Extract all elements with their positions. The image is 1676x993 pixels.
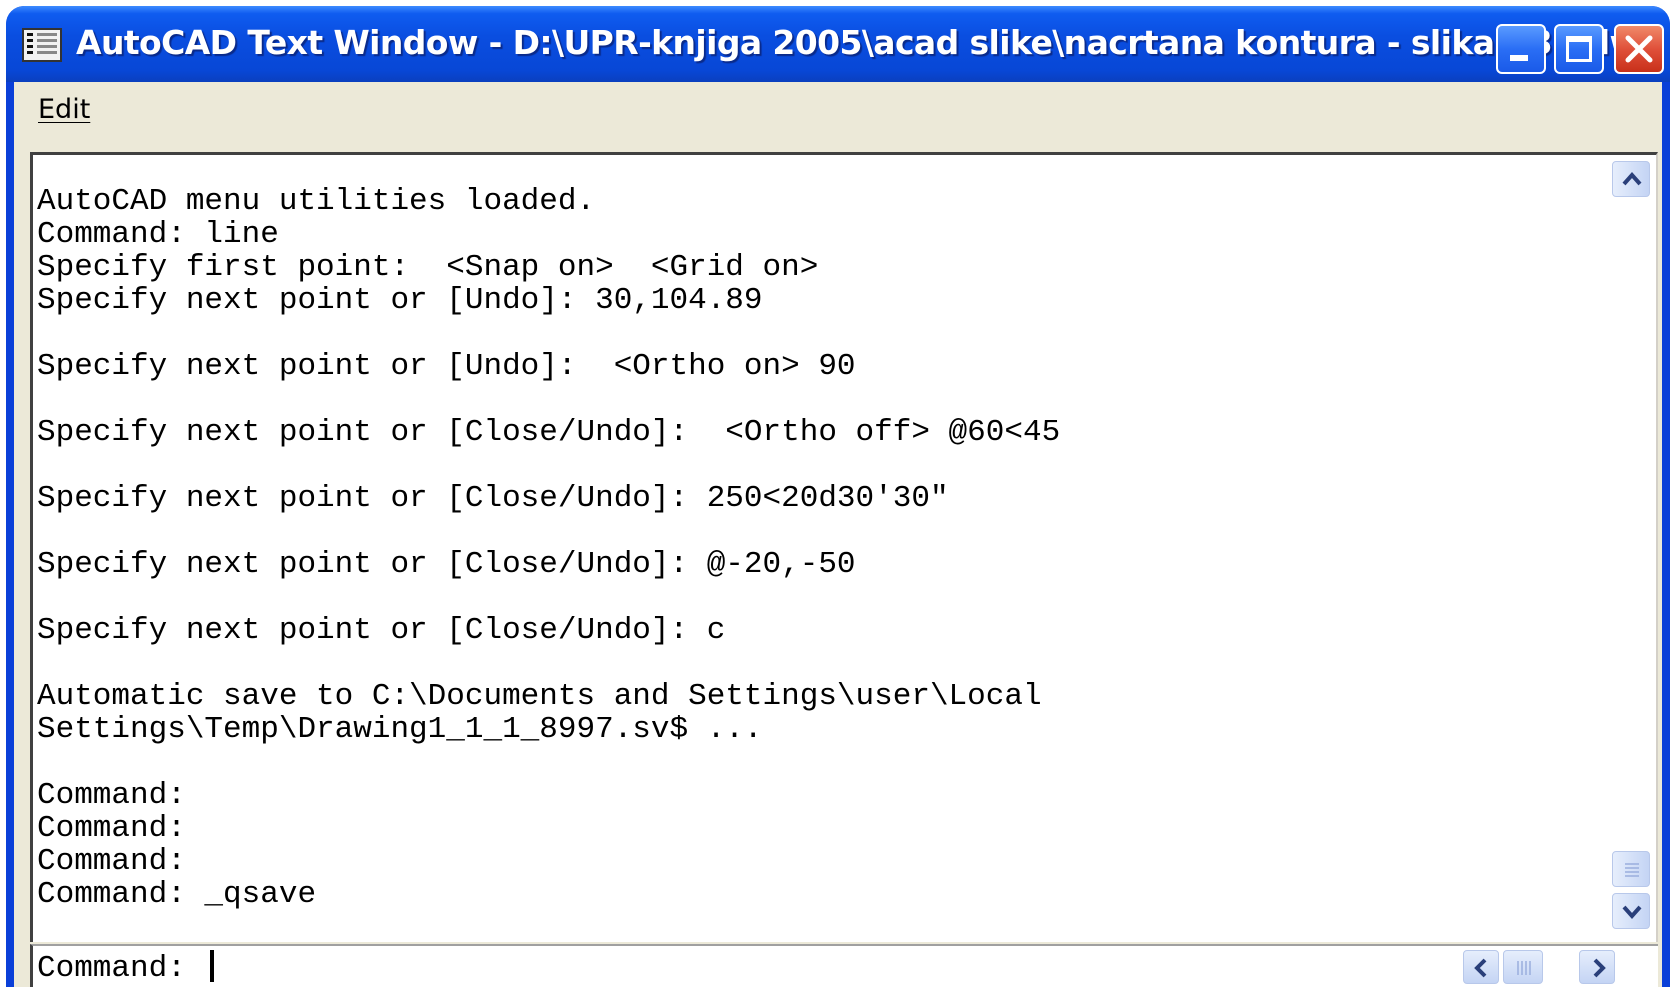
scroll-right-button[interactable] [1579,950,1615,984]
history-line [37,383,1060,416]
maximize-button[interactable] [1554,24,1604,74]
history-line: Specify next point or [Undo]: 30,104.89 [37,283,763,318]
history-line: Specify next point or [Close/Undo]: 250<… [37,481,949,516]
scroll-down-button[interactable] [1612,893,1650,929]
scroll-left-button[interactable] [1463,950,1499,984]
horizontal-scrollbar[interactable] [1463,950,1643,986]
grip-icon [1625,863,1639,877]
menu-bar: Edit [14,82,1662,138]
grip-icon [1517,961,1531,975]
history-line: Specify next point or [Close/Undo]: <Ort… [37,415,1061,450]
chevron-down-icon [1622,905,1642,920]
history-line: AutoCAD menu utilities loaded. [37,184,596,219]
history-line: Command: line [37,217,279,252]
history-line: Specify first point: <Snap on> <Grid on> [37,250,819,285]
history-line: Command: [37,844,186,879]
autocad-text-window: AutoCAD Text Window - D:\UPR-knjiga 2005… [6,6,1670,987]
history-line [37,515,1060,548]
text-caret [210,950,215,982]
command-prompt[interactable]: Command: [37,950,215,986]
horizontal-scroll-thumb[interactable] [1503,950,1543,984]
vertical-scrollbar[interactable] [1612,161,1650,931]
close-button[interactable] [1614,24,1664,74]
history-line: Command: [37,778,186,813]
scroll-up-button[interactable] [1612,161,1650,197]
close-icon [1625,35,1653,63]
history-line: Automatic save to C:\Documents and Setti… [37,679,1042,714]
history-line [37,581,1060,614]
history-line: Command: _qsave [37,877,317,912]
scroll-thumb[interactable] [1612,851,1650,887]
command-history-text: AutoCAD menu utilities loaded. Command: l… [37,185,1060,911]
maximize-icon [1566,36,1592,62]
chevron-right-icon [1593,958,1606,978]
menu-edit[interactable]: Edit [38,94,90,125]
history-line [37,317,1060,350]
command-history[interactable]: AutoCAD menu utilities loaded. Command: l… [30,152,1658,942]
title-bar[interactable]: AutoCAD Text Window - D:\UPR-knjiga 2005… [6,6,1670,82]
history-line: Specify next point or [Close/Undo]: @-20… [37,547,856,582]
client-area: AutoCAD menu utilities loaded. Command: l… [14,138,1662,987]
text-window-icon[interactable] [22,28,62,62]
chevron-left-icon [1474,958,1487,978]
history-line [37,449,1060,482]
history-line: Settings\Temp\Drawing1_1_1_8997.sv$ ... [37,712,763,747]
history-line: Specify next point or [Close/Undo]: c [37,613,726,648]
command-line[interactable]: Command: [30,944,1658,987]
minimize-icon [1510,55,1528,61]
history-line [37,647,1060,680]
minimize-button[interactable] [1496,24,1546,74]
command-prompt-label: Command: [37,951,205,986]
history-line: Command: [37,811,186,846]
chevron-up-icon [1622,171,1642,186]
history-line: Specify next point or [Undo]: <Ortho on>… [37,349,856,384]
history-line [37,746,1060,779]
window-title: AutoCAD Text Window - D:\UPR-knjiga 2005… [76,23,1663,62]
